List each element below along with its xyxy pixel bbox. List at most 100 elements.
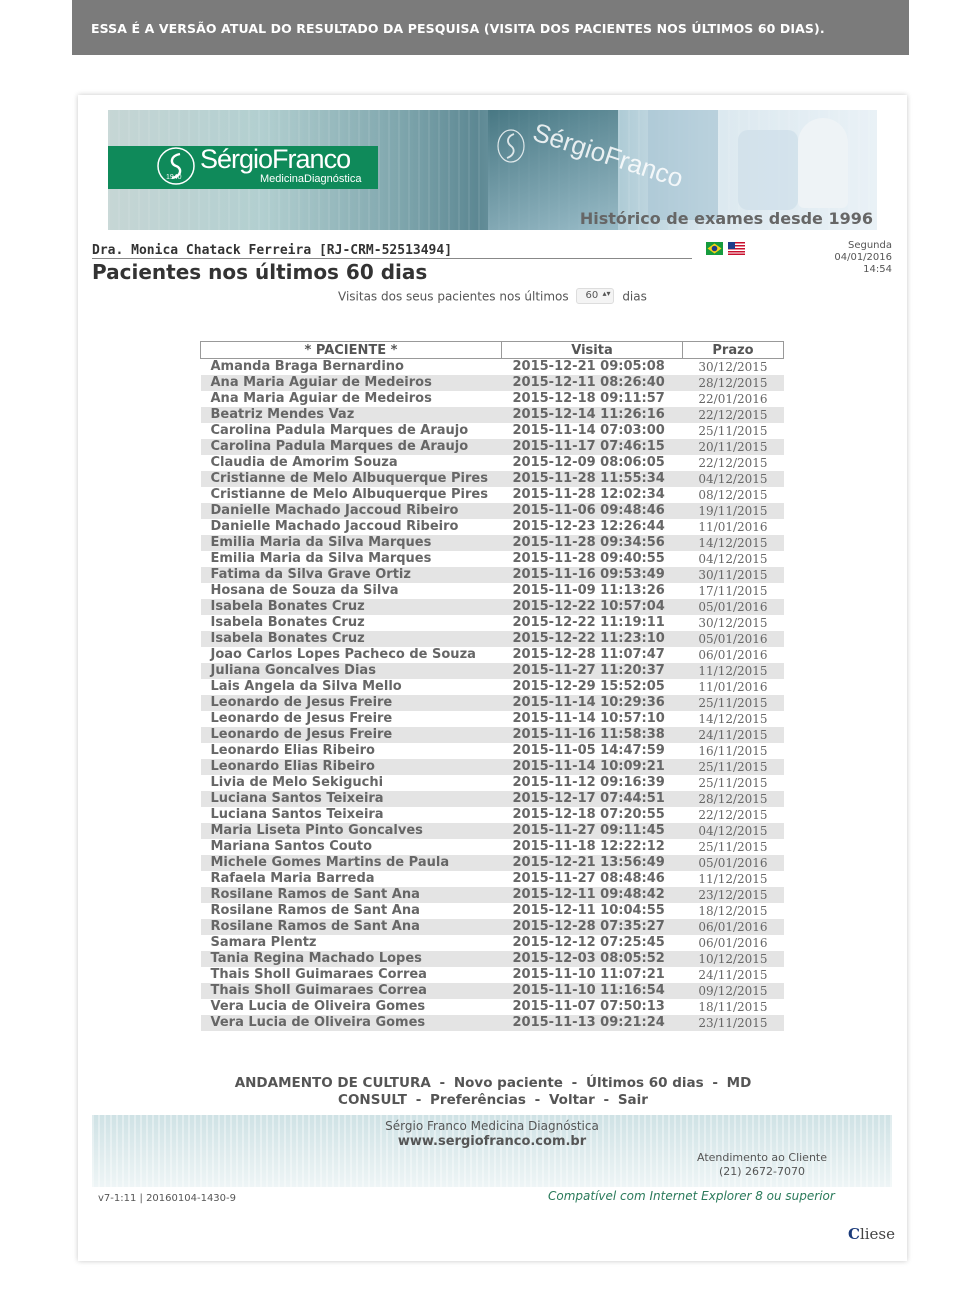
link-voltar[interactable]: Voltar bbox=[549, 1092, 595, 1108]
patient-name-cell[interactable]: Juliana Goncalves Dias bbox=[200, 663, 502, 679]
patient-name-cell[interactable]: Ana Maria Aguiar de Medeiros bbox=[200, 375, 502, 391]
table-row[interactable]: Juliana Goncalves Dias 2015-11-27 11:20:3… bbox=[200, 663, 784, 679]
patient-name-cell[interactable]: Carolina Padula Marques de Araujo bbox=[200, 423, 502, 439]
patient-name-cell[interactable]: Vera Lucia de Oliveira Gomes bbox=[200, 999, 502, 1015]
patient-name-cell[interactable]: Isabela Bonates Cruz bbox=[200, 631, 502, 647]
table-row[interactable]: Cristianne de Melo Albuquerque Pires 2015… bbox=[200, 471, 784, 487]
table-row[interactable]: Carolina Padula Marques de Araujo 2015-11… bbox=[200, 423, 784, 439]
patient-name-cell[interactable]: Maria Liseta Pinto Goncalves bbox=[200, 823, 502, 839]
table-row[interactable]: Vera Lucia de Oliveira Gomes 2015-11-07 0… bbox=[200, 999, 784, 1015]
patient-name-cell[interactable]: Danielle Machado Jaccoud Ribeiro bbox=[200, 503, 502, 519]
link-md-consult[interactable]: MD bbox=[727, 1075, 752, 1091]
table-row[interactable]: Maria Liseta Pinto Goncalves 2015-11-27 0… bbox=[200, 823, 784, 839]
table-row[interactable]: Rosilane Ramos de Sant Ana 2015-12-11 09:… bbox=[200, 887, 784, 903]
patient-name-cell[interactable]: Lais Angela da Silva Mello bbox=[200, 679, 502, 695]
patient-name-cell[interactable]: Rosilane Ramos de Sant Ana bbox=[200, 903, 502, 919]
link-ultimos-60-dias[interactable]: Últimos 60 dias bbox=[586, 1075, 704, 1091]
column-header-visit[interactable]: Visita bbox=[501, 341, 683, 359]
patient-name-cell[interactable]: Vera Lucia de Oliveira Gomes bbox=[200, 1015, 502, 1031]
table-row[interactable]: Luciana Santos Teixeira 2015-12-17 07:44:… bbox=[200, 791, 784, 807]
link-andamento-cultura[interactable]: ANDAMENTO DE CULTURA bbox=[235, 1075, 431, 1091]
table-row[interactable]: Carolina Padula Marques de Araujo 2015-11… bbox=[200, 439, 784, 455]
patient-name-cell[interactable]: Isabela Bonates Cruz bbox=[200, 599, 502, 615]
table-row[interactable]: Ana Maria Aguiar de Medeiros 2015-12-11 0… bbox=[200, 375, 784, 391]
patient-name-cell[interactable]: Luciana Santos Teixeira bbox=[200, 807, 502, 823]
link-md-consult-cont[interactable]: CONSULT bbox=[338, 1092, 407, 1108]
table-row[interactable]: Thais Sholl Guimaraes Correa 2015-11-10 1… bbox=[200, 967, 784, 983]
table-row[interactable]: Danielle Machado Jaccoud Ribeiro 2015-12-… bbox=[200, 519, 784, 535]
table-row[interactable]: Leonardo Elias Ribeiro 2015-11-05 14:47:5… bbox=[200, 743, 784, 759]
patient-name-cell[interactable]: Thais Sholl Guimaraes Correa bbox=[200, 967, 502, 983]
patient-name-cell[interactable]: Joao Carlos Lopes Pacheco de Souza bbox=[200, 647, 502, 663]
table-row[interactable]: Rosilane Ramos de Sant Ana 2015-12-11 10:… bbox=[200, 903, 784, 919]
brazil-flag-icon[interactable] bbox=[706, 242, 723, 255]
table-row[interactable]: Luciana Santos Teixeira 2015-12-18 07:20:… bbox=[200, 807, 784, 823]
table-row[interactable]: Rosilane Ramos de Sant Ana 2015-12-28 07:… bbox=[200, 919, 784, 935]
table-row[interactable]: Isabela Bonates Cruz 2015-12-22 10:57:04 0… bbox=[200, 599, 784, 615]
table-row[interactable]: Emilia Maria da Silva Marques 2015-11-28 … bbox=[200, 551, 784, 567]
patient-name-cell[interactable]: Rafaela Maria Barreda bbox=[200, 871, 502, 887]
table-row[interactable]: Leonardo de Jesus Freire 2015-11-14 10:29… bbox=[200, 695, 784, 711]
patient-name-cell[interactable]: Amanda Braga Bernardino bbox=[200, 358, 502, 375]
patient-name-cell[interactable]: Danielle Machado Jaccoud Ribeiro bbox=[200, 519, 502, 535]
table-row[interactable]: Livia de Melo Sekiguchi 2015-11-12 09:16:… bbox=[200, 775, 784, 791]
patient-name-cell[interactable]: Cristianne de Melo Albuquerque Pires bbox=[200, 471, 502, 487]
usa-flag-icon[interactable] bbox=[728, 242, 746, 255]
patient-name-cell[interactable]: Rosilane Ramos de Sant Ana bbox=[200, 919, 502, 935]
table-row[interactable]: Vera Lucia de Oliveira Gomes 2015-11-13 0… bbox=[200, 1015, 784, 1031]
table-row[interactable]: Leonardo de Jesus Freire 2015-11-16 11:58… bbox=[200, 727, 784, 743]
footer-website[interactable]: www.sergiofranco.com.br bbox=[92, 1134, 892, 1149]
link-novo-paciente[interactable]: Novo paciente bbox=[454, 1075, 563, 1091]
patient-name-cell[interactable]: Emilia Maria da Silva Marques bbox=[200, 551, 502, 567]
patient-name-cell[interactable]: Claudia de Amorim Souza bbox=[200, 455, 502, 471]
table-row[interactable]: Hosana de Souza da Silva 2015-11-09 11:13… bbox=[200, 583, 784, 599]
patient-name-cell[interactable]: Thais Sholl Guimaraes Correa bbox=[200, 983, 502, 999]
table-row[interactable]: Thais Sholl Guimaraes Correa 2015-11-10 1… bbox=[200, 983, 784, 999]
table-row[interactable]: Fatima da Silva Grave Ortiz 2015-11-16 09… bbox=[200, 567, 784, 583]
table-row[interactable]: Emilia Maria da Silva Marques 2015-11-28 … bbox=[200, 535, 784, 551]
patient-name-cell[interactable]: Leonardo Elias Ribeiro bbox=[200, 743, 502, 759]
table-row[interactable]: Isabela Bonates Cruz 2015-12-22 11:23:10 0… bbox=[200, 631, 784, 647]
table-row[interactable]: Mariana Santos Couto 2015-11-18 12:22:12 2… bbox=[200, 839, 784, 855]
link-preferencias[interactable]: Preferências bbox=[430, 1092, 526, 1108]
table-row[interactable]: Danielle Machado Jaccoud Ribeiro 2015-11-… bbox=[200, 503, 784, 519]
table-row[interactable]: Ana Maria Aguiar de Medeiros 2015-12-18 0… bbox=[200, 391, 784, 407]
patient-name-cell[interactable]: Isabela Bonates Cruz bbox=[200, 615, 502, 631]
table-row[interactable]: Joao Carlos Lopes Pacheco de Souza 2015-1… bbox=[200, 647, 784, 663]
patient-name-cell[interactable]: Emilia Maria da Silva Marques bbox=[200, 535, 502, 551]
table-row[interactable]: Claudia de Amorim Souza 2015-12-09 08:06:… bbox=[200, 455, 784, 471]
table-row[interactable]: Amanda Braga Bernardino 2015-12-21 09:05:… bbox=[200, 358, 784, 375]
patient-name-cell[interactable]: Leonardo de Jesus Freire bbox=[200, 695, 502, 711]
table-row[interactable]: Beatriz Mendes Vaz 2015-12-14 11:26:16 22/… bbox=[200, 407, 784, 423]
patient-name-cell[interactable]: Carolina Padula Marques de Araujo bbox=[200, 439, 502, 455]
column-header-patient[interactable]: * PACIENTE * bbox=[200, 341, 502, 359]
patient-name-cell[interactable]: Luciana Santos Teixeira bbox=[200, 791, 502, 807]
patient-name-cell[interactable]: Cristianne de Melo Albuquerque Pires bbox=[200, 487, 502, 503]
table-row[interactable]: Cristianne de Melo Albuquerque Pires 2015… bbox=[200, 487, 784, 503]
patient-name-cell[interactable]: Rosilane Ramos de Sant Ana bbox=[200, 887, 502, 903]
table-row[interactable]: Rafaela Maria Barreda 2015-11-27 08:48:46… bbox=[200, 871, 784, 887]
language-flags[interactable] bbox=[706, 242, 746, 261]
table-row[interactable]: Isabela Bonates Cruz 2015-12-22 11:19:11 3… bbox=[200, 615, 784, 631]
patient-name-cell[interactable]: Samara Plentz bbox=[200, 935, 502, 951]
patient-name-cell[interactable]: Ana Maria Aguiar de Medeiros bbox=[200, 391, 502, 407]
patient-name-cell[interactable]: Hosana de Souza da Silva bbox=[200, 583, 502, 599]
table-row[interactable]: Leonardo Elias Ribeiro 2015-11-14 10:09:2… bbox=[200, 759, 784, 775]
table-row[interactable]: Samara Plentz 2015-12-12 07:25:45 06/01/20… bbox=[200, 935, 784, 951]
patient-name-cell[interactable]: Fatima da Silva Grave Ortiz bbox=[200, 567, 502, 583]
patient-name-cell[interactable]: Mariana Santos Couto bbox=[200, 839, 502, 855]
patient-name-cell[interactable]: Tania Regina Machado Lopes bbox=[200, 951, 502, 967]
patient-name-cell[interactable]: Livia de Melo Sekiguchi bbox=[200, 775, 502, 791]
table-row[interactable]: Michele Gomes Martins de Paula 2015-12-21… bbox=[200, 855, 784, 871]
patient-name-cell[interactable]: Michele Gomes Martins de Paula bbox=[200, 855, 502, 871]
table-row[interactable]: Leonardo de Jesus Freire 2015-11-14 10:57… bbox=[200, 711, 784, 727]
table-row[interactable]: Lais Angela da Silva Mello 2015-12-29 15:… bbox=[200, 679, 784, 695]
patient-name-cell[interactable]: Leonardo de Jesus Freire bbox=[200, 711, 502, 727]
patient-name-cell[interactable]: Leonardo de Jesus Freire bbox=[200, 727, 502, 743]
period-select[interactable]: 60 ▴▾ bbox=[576, 288, 615, 304]
patient-name-cell[interactable]: Leonardo Elias Ribeiro bbox=[200, 759, 502, 775]
column-header-deadline[interactable]: Prazo bbox=[682, 341, 784, 359]
patient-name-cell[interactable]: Beatriz Mendes Vaz bbox=[200, 407, 502, 423]
link-sair[interactable]: Sair bbox=[618, 1092, 648, 1108]
table-row[interactable]: Tania Regina Machado Lopes 2015-12-03 08:… bbox=[200, 951, 784, 967]
